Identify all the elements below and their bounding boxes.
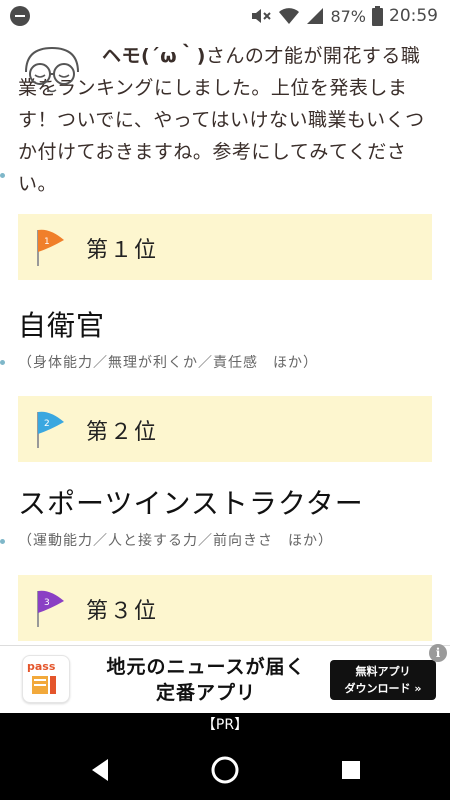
article-content: ヘモ(´ω｀)さんの才能が開花する職業をランキングにしました。上位を発表します！… <box>0 32 450 648</box>
signal-icon <box>307 8 324 24</box>
rank-2-flag-number: 2 <box>44 419 50 429</box>
ad-logo-text: pass <box>27 660 56 673</box>
ad-download-button[interactable]: 無料アプリ ダウンロード » <box>330 660 436 700</box>
mute-icon <box>252 9 272 23</box>
status-icons: 87% 20:59 <box>250 4 438 28</box>
ad-banner[interactable]: pass 地元のニュースが届く 定番アプリ 無料アプリ ダウンロード » i <box>0 644 450 714</box>
side-dot <box>0 173 5 178</box>
ad-app-logo[interactable]: pass <box>22 655 70 703</box>
rank-3-label: 第３位 <box>86 599 159 624</box>
side-dot <box>0 360 5 365</box>
rank-1-job-tags: （身体能力／無理が利くか／責任感 ほか） <box>18 355 318 371</box>
ad-headline-line1: 地元のニュースが届く <box>106 656 306 678</box>
ad-cta-line2: ダウンロード » <box>344 682 422 695</box>
android-nav-bar <box>0 737 450 800</box>
rank-2-label: 第２位 <box>86 420 159 445</box>
ad-headline-line2: 定番アプリ <box>155 682 256 704</box>
character-avatar-icon <box>25 46 79 93</box>
rank-1-label: 第１位 <box>86 238 159 263</box>
rank-2-flag-icon: 2 <box>37 411 64 448</box>
rank-2-job-title: スポーツインストラクター <box>18 487 364 520</box>
back-icon[interactable] <box>86 755 116 785</box>
ad-info-icon[interactable]: i <box>429 644 447 662</box>
rank-1-flag-icon: 1 <box>37 229 64 266</box>
pr-label: 【PR】 <box>0 713 450 737</box>
status-bar: 87% 20:59 <box>0 0 450 32</box>
rank-header-2: 2 第２位 <box>18 396 432 462</box>
recents-icon[interactable] <box>336 755 366 785</box>
side-dot <box>0 539 5 544</box>
ad-headline[interactable]: 地元のニュースが届く 定番アプリ <box>86 654 326 706</box>
home-icon[interactable] <box>210 755 240 785</box>
battery-percent: 87% <box>330 6 366 26</box>
do-not-disturb-icon <box>10 6 30 26</box>
rank-header-1: 1 第１位 <box>18 214 432 280</box>
clock: 20:59 <box>389 6 438 26</box>
user-name: ヘモ(´ω｀) <box>102 45 206 67</box>
intro-section: ヘモ(´ω｀)さんの才能が開花する職業をランキングにしました。上位を発表します！… <box>18 40 438 200</box>
rank-3-flag-number: 3 <box>44 598 50 608</box>
rank-3-flag-icon: 3 <box>37 590 64 627</box>
rank-header-3: 3 第３位 <box>18 575 432 641</box>
rank-1-job-title: 自衛官 <box>18 309 106 342</box>
newspaper-icon <box>32 676 56 694</box>
battery-icon <box>372 6 383 26</box>
rank-1-flag-number: 1 <box>44 237 50 247</box>
rank-2-job-tags: （運動能力／人と接する力／前向きさ ほか） <box>18 533 333 549</box>
ad-cta-line1: 無料アプリ <box>355 665 411 678</box>
wifi-icon <box>279 8 300 24</box>
